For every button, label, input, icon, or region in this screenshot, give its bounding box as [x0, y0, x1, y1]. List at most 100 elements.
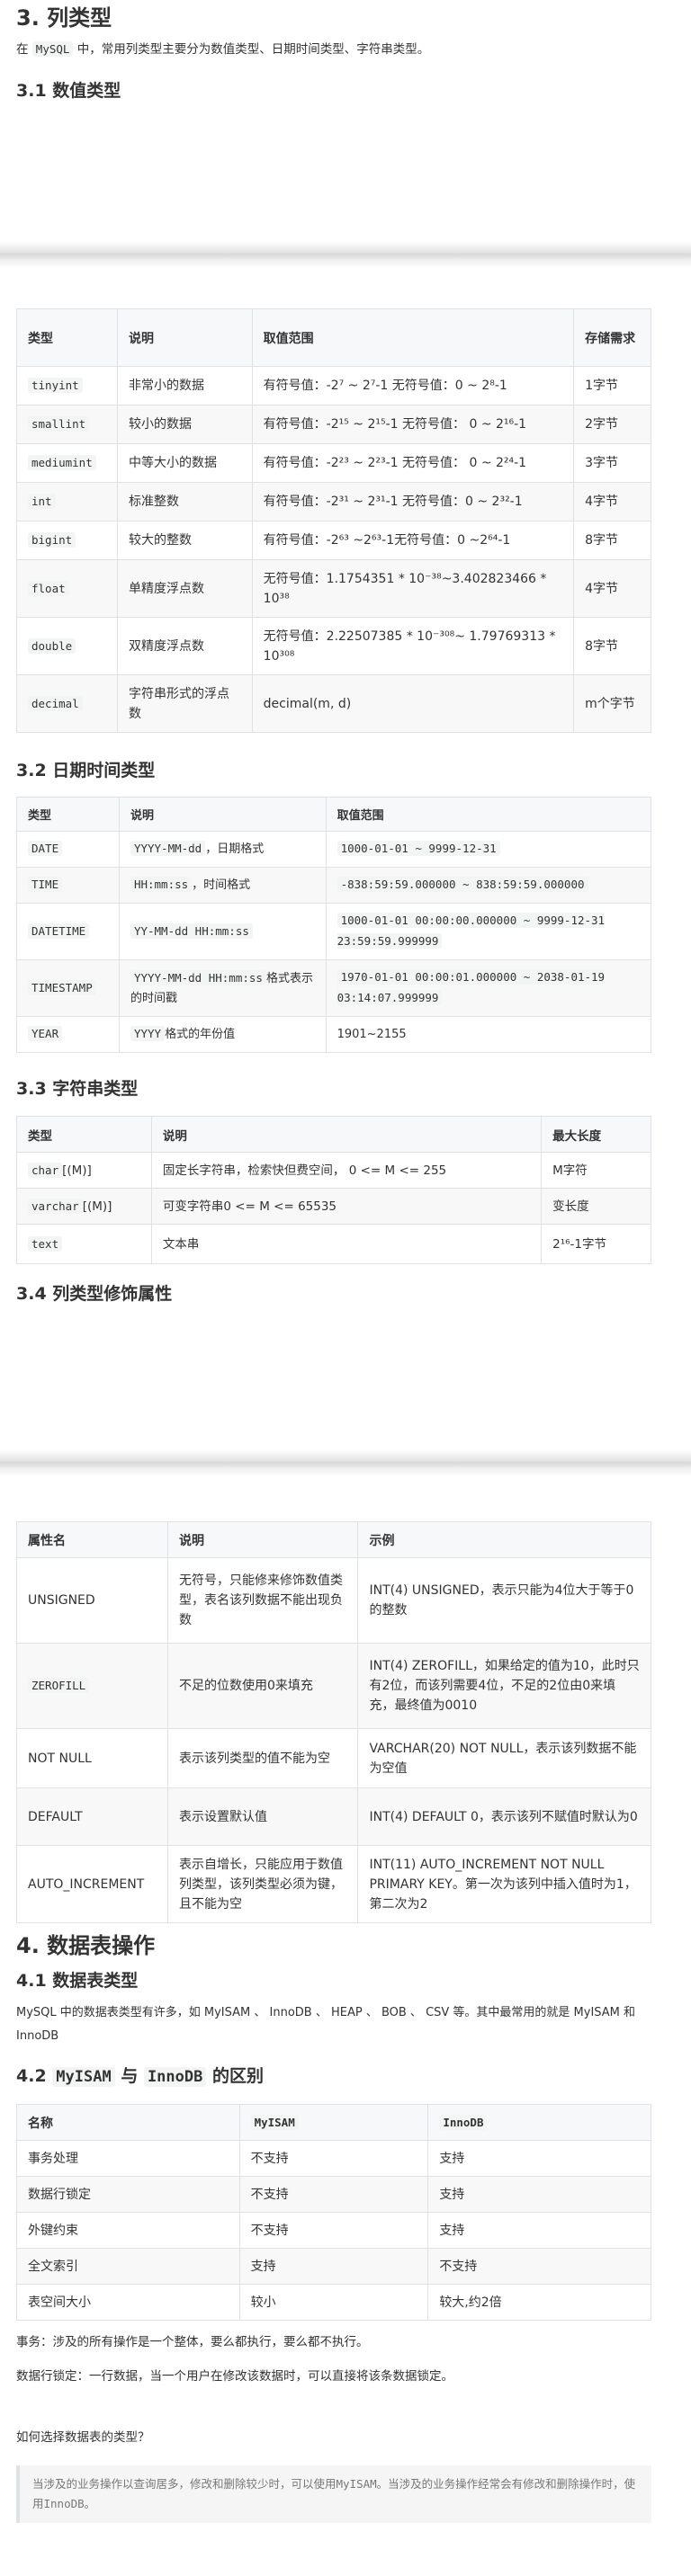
- modifiers-table: 属性名 说明 示例 UNSIGNED 无符号，只能修来修饰数值类型，表名该列数据…: [16, 1521, 651, 1923]
- desc-cell: 固定长字符串，检索快但费空间， 0 <= M <= 255: [150, 1152, 543, 1189]
- store-cell: 8字节: [573, 617, 651, 675]
- attr-code: ZEROFILL: [28, 1678, 90, 1693]
- desc-cell: 表示自增长，只能应用于数值列类型，该列类型必须为键，且不能为空: [166, 1845, 359, 1923]
- store-cell: 8字节: [573, 521, 651, 560]
- table-row: char [(M)] 固定长字符串，检索快但费空间， 0 <= M <= 255 …: [16, 1152, 651, 1189]
- header-code: InnoDB: [439, 2114, 488, 2130]
- range-cell: 有符号值：-2⁷ ~ 2⁷-1 无符号值：0 ~ 2⁸-1: [251, 366, 575, 406]
- type-code: text: [28, 1235, 63, 1252]
- desc-cell: 表示该列类型的值不能为空: [166, 1728, 359, 1788]
- max-cell: M字符: [541, 1152, 651, 1189]
- recommendation-quote: 当涉及的业务操作以查询居多，修改和删除较少时，可以使用MyISAM。当涉及的业务…: [16, 2465, 651, 2523]
- numeric-types-table: 类型 说明 取值范围 存储需求 tinyint 非常小的数据 有符号值：-2⁷ …: [16, 308, 651, 733]
- store-cell: 2字节: [573, 405, 651, 444]
- type-code: int: [28, 494, 56, 509]
- table-row: tinyint 非常小的数据 有符号值：-2⁷ ~ 2⁷-1 无符号值：0 ~ …: [16, 366, 651, 406]
- type-code: decimal: [28, 695, 83, 711]
- header-cell: 类型: [16, 1116, 152, 1153]
- range-cell: 1901~2155: [325, 1016, 652, 1053]
- range-cell: 有符号值：-2¹⁵ ~ 2¹⁵-1 无符号值： 0 ~ 2¹⁶-1: [251, 405, 575, 444]
- table-row: DEFAULT 表示设置默认值 INT(4) DEFAULT 0，表示该列不赋值…: [16, 1787, 651, 1846]
- table-row: AUTO_INCREMENT 表示自增长，只能应用于数值列类型，该列类型必须为键…: [16, 1845, 651, 1923]
- format-code: YYYY-MM-dd HH:mm:ss: [130, 969, 266, 985]
- header-cell: 名称: [16, 2104, 240, 2141]
- numeric-types-title: 3.1 数值类型: [16, 81, 121, 101]
- table-row: 全文索引 支持 不支持: [16, 2248, 651, 2285]
- header-cell: 说明: [166, 1521, 359, 1558]
- example-cell: INT(4) DEFAULT 0，表示该列不赋值时默认为0: [357, 1787, 651, 1846]
- datetime-types-title: 3.2 日期时间类型: [16, 761, 156, 780]
- table-row: TIMESTAMP YYYY-MM-dd HH:mm:ss 格式表示的时间戳 19…: [16, 959, 652, 1017]
- header-cell: 类型: [16, 308, 118, 367]
- store-cell: 4字节: [573, 482, 651, 521]
- desc-cell: 无符号，只能修来修饰数值类型，表名该列数据不能出现负数: [166, 1557, 359, 1644]
- inline-code: InnoDB: [143, 2067, 207, 2087]
- type-code: DATETIME: [28, 923, 90, 939]
- desc-cell: 较大的整数: [116, 521, 253, 560]
- table-row: 表空间大小 较小 较大,约2倍: [16, 2284, 651, 2321]
- store-cell: 4字节: [573, 559, 651, 618]
- store-cell: 1字节: [573, 366, 651, 406]
- modifiers-title: 3.4 列类型修饰属性: [16, 1284, 173, 1304]
- type-code: mediumint: [28, 455, 96, 470]
- page-divider: [0, 241, 691, 268]
- table-types-title: 4.1 数据表类型: [16, 1971, 139, 1991]
- desc-cell: 字符串形式的浮点数: [116, 674, 253, 733]
- string-types-title: 3.3 字符串类型: [16, 1079, 139, 1099]
- attr-name-cell: UNSIGNED: [16, 1557, 168, 1644]
- table-row: varchar [(M)] 可变字符串0 <= M <= 65535 变长度: [16, 1188, 651, 1225]
- attr-name-cell: DEFAULT: [16, 1787, 168, 1846]
- attr-name-cell: AUTO_INCREMENT: [16, 1845, 168, 1923]
- type-code: tinyint: [28, 378, 83, 393]
- header-cell: 存储需求: [573, 308, 651, 367]
- range-cell: 有符号值：-2⁶³ ~2⁶³-1无符号值：0 ~2⁶⁴-1: [251, 521, 575, 560]
- desc-cell: 可变字符串0 <= M <= 65535: [150, 1188, 543, 1225]
- header-cell: 类型: [16, 797, 120, 832]
- example-cell: INT(4) ZEROFILL，如果给定的值为10，此时只有2位，而该列需要4位…: [357, 1643, 651, 1729]
- transaction-note: 事务：涉及的所有操作是一个整体，要么都执行，要么都不执行。: [16, 2335, 369, 2349]
- table-row: DATE YYYY-MM-dd ，日期格式 1000-01-01 ~ 9999-1…: [16, 831, 652, 868]
- choose-question: 如何选择数据表的类型？: [16, 2430, 150, 2445]
- type-code: TIME: [28, 877, 63, 892]
- type-code: TIMESTAMP: [28, 979, 96, 995]
- desc-cell: 表示设置默认值: [166, 1787, 359, 1846]
- table-header-row: 类型 说明 取值范围: [16, 797, 652, 832]
- page-divider: [0, 1449, 691, 1476]
- table-row: 事务处理 不支持 支持: [16, 2140, 651, 2177]
- range-code: 1970-01-01 00:00:01.000000 ~ 2038-01-19 …: [337, 969, 606, 1005]
- range-cell: 无符号值：1.1754351 * 10⁻³⁸~3.402823466 * 10³…: [251, 559, 575, 618]
- table-row: YEAR YYYY 格式的年份值 1901~2155: [16, 1016, 652, 1053]
- range-cell: 有符号值：-2³¹ ~ 2³¹-1 无符号值：0 ~ 2³²-1: [251, 482, 575, 521]
- table-row: NOT NULL 表示该列类型的值不能为空 VARCHAR(20) NOT NU…: [16, 1728, 651, 1788]
- attr-name-cell: NOT NULL: [16, 1728, 168, 1788]
- table-row: smallint 较小的数据 有符号值：-2¹⁵ ~ 2¹⁵-1 无符号值： 0…: [16, 405, 651, 444]
- table-row: double 双精度浮点数 无符号值：2.22507385 * 10⁻³⁰⁸~ …: [16, 617, 651, 675]
- desc-cell: 双精度浮点数: [116, 617, 253, 675]
- range-cell: 无符号值：2.22507385 * 10⁻³⁰⁸~ 1.79769313 * 1…: [251, 617, 575, 675]
- range-code: -838:59:59.000000 ~ 838:59:59.000000: [337, 877, 588, 892]
- section-3-title: 3. 列类型: [16, 5, 112, 31]
- section-3-intro: 在 MySQL 中，常用列类型主要分为数值类型、日期时间类型、字符串类型。: [16, 41, 430, 57]
- desc-cell: 不足的位数使用0来填充: [166, 1643, 359, 1729]
- table-header-row: 类型 说明 取值范围 存储需求: [16, 308, 651, 367]
- header-cell: 说明: [118, 797, 327, 832]
- desc-cell: 非常小的数据: [116, 366, 253, 406]
- table-row: UNSIGNED 无符号，只能修来修饰数值类型，表名该列数据不能出现负数 INT…: [16, 1557, 651, 1644]
- table-header-row: 名称 MyISAM InnoDB: [16, 2104, 651, 2141]
- range-code: 1000-01-01 00:00:00.000000 ~ 9999-12-31 …: [337, 913, 606, 949]
- inline-code: MySQL: [31, 41, 74, 57]
- desc-cell: 中等大小的数据: [116, 443, 253, 483]
- type-code: double: [28, 637, 76, 654]
- table-header-row: 属性名 说明 示例: [16, 1521, 651, 1558]
- range-cell: decimal(m, d): [251, 674, 575, 733]
- header-cell: 示例: [357, 1521, 651, 1558]
- desc-cell: 标准整数: [116, 482, 253, 521]
- table-row: mediumint 中等大小的数据 有符号值：-2²³ ~ 2²³-1 无符号值…: [16, 443, 651, 483]
- format-code: YYYY: [130, 1026, 166, 1041]
- max-cell: 变长度: [541, 1188, 651, 1225]
- type-code: YEAR: [28, 1026, 63, 1041]
- header-cell: 说明: [150, 1116, 543, 1153]
- range-code: 1000-01-01 ~ 9999-12-31: [337, 841, 500, 856]
- document-page: 3. 列类型 在 MySQL 中，常用列类型主要分为数值类型、日期时间类型、字符…: [0, 0, 691, 2576]
- rowlock-note: 数据行锁定：一行数据，当一个用户在修改该数据时，可以直接将该条数据锁定。: [16, 2369, 453, 2384]
